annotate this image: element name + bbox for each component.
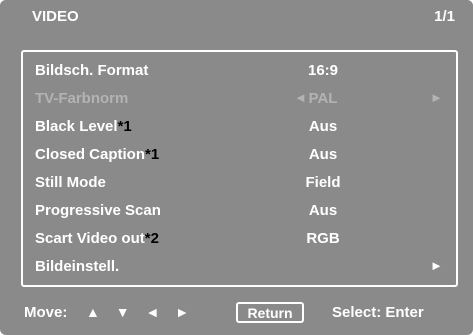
menu-item-label: Bildsch. Format	[35, 62, 149, 79]
menu-item-closed-caption[interactable]: Closed Caption*1 Aus	[23, 141, 456, 169]
menu-item-bildsch-format[interactable]: Bildsch. Format 16:9	[23, 57, 456, 85]
page-indicator: 1/1	[434, 8, 455, 25]
menu-item-value: Field	[305, 174, 341, 191]
settings-panel: Bildsch. Format 16:9 TV-Farbnorm ◄ PAL ►…	[21, 50, 458, 287]
footnote-marker: *1	[145, 146, 160, 163]
menu-item-label: Bildeinstell.	[35, 258, 120, 275]
menu-item-label: TV-Farbnorm	[35, 90, 129, 107]
select-hint: Select: Enter	[332, 304, 424, 321]
menu-item-bildeinstell[interactable]: Bildeinstell. ►	[23, 253, 456, 281]
video-settings-screen: VIDEO 1/1 Bildsch. Format 16:9 TV-Farbno…	[0, 0, 473, 335]
menu-item-label: Still Mode	[35, 174, 106, 191]
right-arrow-icon: ►	[430, 258, 443, 273]
menu-item-value: Aus	[308, 118, 338, 135]
footer-bar: Move: ▲ ▼ ◄ ► Return Select: Enter	[0, 292, 473, 335]
move-label: Move:	[24, 304, 68, 321]
menu-title: VIDEO	[32, 8, 79, 25]
menu-item-value: RGB	[306, 230, 340, 247]
footnote-marker: *1	[117, 118, 132, 135]
footnote-marker: *2	[144, 230, 159, 247]
right-arrow-icon: ►	[430, 90, 443, 105]
menu-item-still-mode[interactable]: Still Mode Field	[23, 169, 456, 197]
menu-item-label: Closed Caption	[35, 146, 146, 163]
menu-item-value: PAL	[308, 90, 338, 107]
menu-item-label: Scart Video out	[35, 230, 145, 247]
menu-item-value: Aus	[308, 146, 338, 163]
menu-item-label: Black Level	[35, 118, 118, 135]
menu-item-value: Aus	[308, 202, 338, 219]
menu-item-label: Progressive Scan	[35, 202, 161, 219]
return-button[interactable]: Return	[236, 302, 304, 323]
menu-item-value: 16:9	[307, 62, 339, 79]
header-bar: VIDEO 1/1	[0, 0, 473, 33]
menu-item-scart-video-out[interactable]: Scart Video out*2 RGB	[23, 225, 456, 253]
menu-item-black-level[interactable]: Black Level*1 Aus	[23, 113, 456, 141]
menu-item-progressive-scan[interactable]: Progressive Scan Aus	[23, 197, 456, 225]
menu-item-tv-farbnorm[interactable]: TV-Farbnorm ◄ PAL ►	[23, 85, 456, 113]
navigation-arrows-icon: ▲ ▼ ◄ ►	[86, 304, 196, 320]
